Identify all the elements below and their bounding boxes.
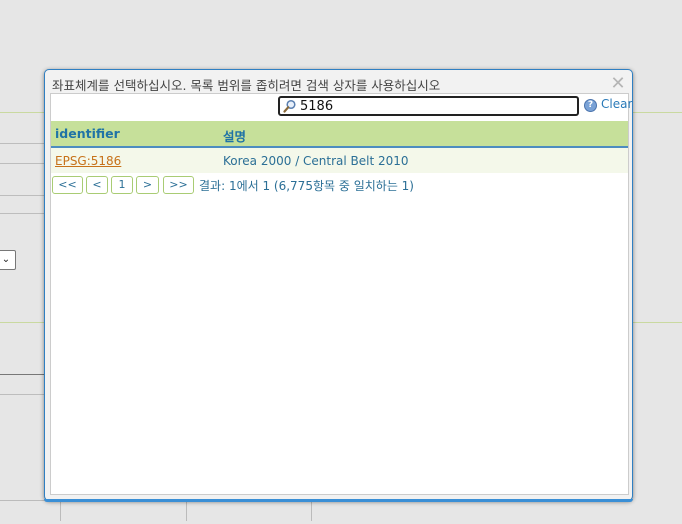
- crs-description: Korea 2000 / Central Belt 2010: [223, 154, 409, 168]
- column-header-identifier[interactable]: identifier: [55, 126, 120, 141]
- close-icon[interactable]: ✕: [610, 75, 626, 93]
- crs-identifier-link[interactable]: EPSG:5186: [55, 154, 121, 168]
- table-row[interactable]: EPSG:5186 Korea 2000 / Central Belt 2010: [51, 148, 628, 173]
- bg-rule: [0, 195, 44, 196]
- bg-bottom-table: [0, 500, 312, 521]
- pager-info: 결과: 1에서 1 (6,775항목 중 일치하는 1): [199, 179, 414, 193]
- table-header: identifier 설명: [51, 121, 628, 148]
- page-number-button[interactable]: 1: [111, 176, 133, 194]
- bg-rule: [0, 143, 44, 144]
- clear-button[interactable]: Clear: [601, 97, 632, 111]
- bg-cell-divider: [186, 501, 187, 521]
- bg-cell-divider: [311, 501, 312, 521]
- search-icon: [283, 99, 296, 113]
- dialog-title: 좌표체계를 선택하십시오. 목록 범위를 좁히려면 검색 상자를 사용하십시오: [52, 78, 441, 93]
- help-icon[interactable]: ?: [584, 99, 597, 112]
- bg-cell-divider: [60, 501, 61, 521]
- bg-select-dropdown[interactable]: ⌄: [0, 250, 16, 270]
- first-page-button[interactable]: <<: [52, 176, 83, 194]
- chevron-down-icon: ⌄: [1, 254, 11, 265]
- bg-rule: [0, 374, 44, 375]
- crs-select-dialog: 좌표체계를 선택하십시오. 목록 범위를 좁히려면 검색 상자를 사용하십시오 …: [44, 69, 633, 502]
- bg-rule: [0, 163, 44, 164]
- search-input[interactable]: [300, 98, 575, 114]
- search-box: [278, 96, 579, 116]
- next-page-button[interactable]: >: [136, 176, 159, 194]
- column-header-description[interactable]: 설명: [223, 126, 246, 145]
- bg-rule: [0, 394, 44, 395]
- prev-page-button[interactable]: <: [86, 176, 108, 194]
- bg-rule: [0, 213, 44, 214]
- last-page-button[interactable]: >>: [163, 176, 194, 194]
- dialog-content: ? Clear identifier 설명 EPSG:5186 Korea 20…: [50, 93, 632, 495]
